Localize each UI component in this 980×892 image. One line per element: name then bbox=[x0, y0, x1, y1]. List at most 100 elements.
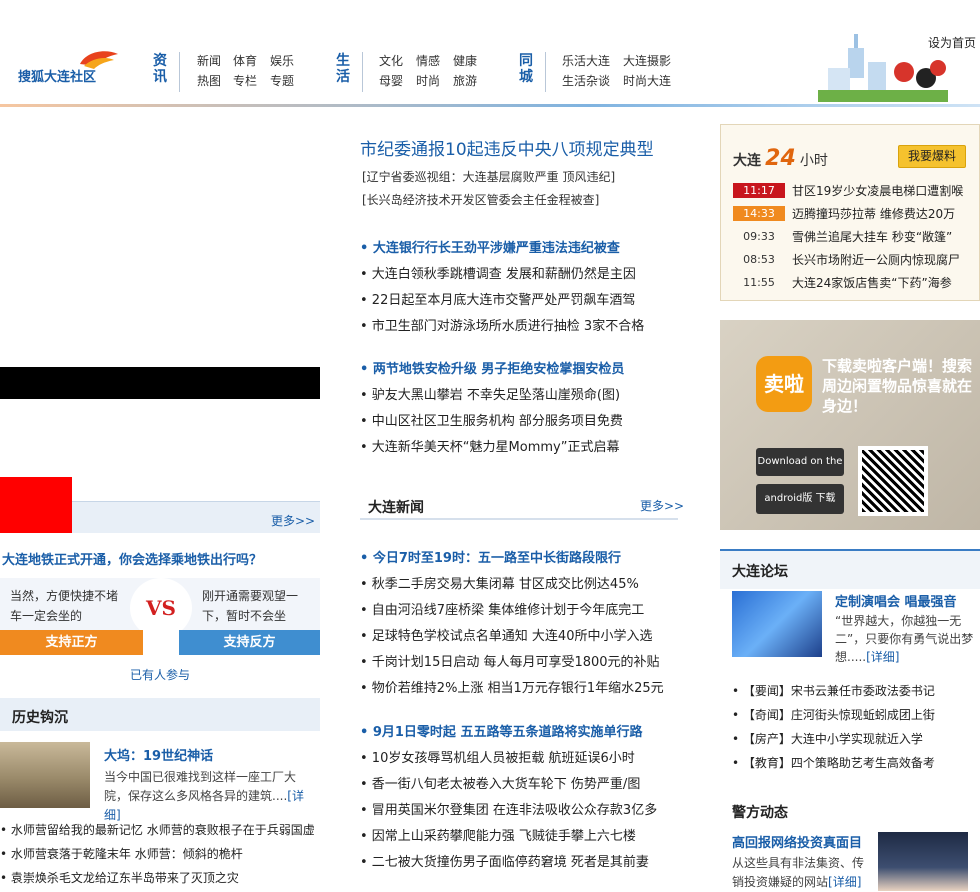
nav-link-entertainment[interactable]: 娱乐 bbox=[270, 52, 294, 69]
news-list-item[interactable]: • 中山区社区卫生服务机构 部分服务项目免费 bbox=[360, 410, 623, 429]
history-section-title: 历史钩沉 bbox=[12, 710, 68, 726]
news-list-item[interactable]: • 足球特色学校试点名单通知 大连40所中小学入选 bbox=[360, 625, 652, 644]
news-headline-highlight[interactable]: • 两节地铁安检升级 男子拒绝安检掌掴安检员 bbox=[360, 358, 624, 377]
dalian-news-more-link[interactable]: 更多>> bbox=[640, 497, 684, 514]
app-store-button[interactable]: Download on the App Store bbox=[756, 448, 844, 495]
news-timestamp: 11:55 bbox=[743, 276, 775, 289]
history-feature-title[interactable]: 大坞：19世纪神话 bbox=[104, 745, 213, 764]
history-thumbnail[interactable] bbox=[0, 742, 90, 808]
history-list-item[interactable]: • 水师营留给我的最新记忆 水师营的衰败根子在于兵弱国虚 bbox=[0, 821, 315, 838]
news-headline-highlight[interactable]: • 大连银行行长王劲平涉嫌严重违法违纪被查 bbox=[360, 237, 620, 256]
news-list-item[interactable]: • 10岁女孩辱骂机组人员被拒载 航班延误6小时 bbox=[360, 747, 635, 766]
app-logo-icon: 卖啦 bbox=[756, 356, 812, 412]
police-thumbnail[interactable] bbox=[878, 832, 968, 891]
news-24h-item[interactable]: 大连24家饭店售卖“下药”海参 bbox=[792, 274, 952, 291]
news-24h-item[interactable]: 甘区19岁少女凌晨电梯口遭割喉 bbox=[792, 182, 963, 199]
news-list-item[interactable]: • 二七被大货撞伤男子面临停药窘境 死者是其前妻 bbox=[360, 851, 649, 870]
news-list-item[interactable]: • 大连白领秋季跳槽调查 发展和薪酬仍然是主因 bbox=[360, 263, 636, 282]
forum-list-item[interactable]: • 【教育】四个策略助艺考生高效备考 bbox=[732, 754, 935, 771]
nav-link-life-talk[interactable]: 生活杂谈 bbox=[562, 72, 610, 89]
news-24h-item[interactable]: 长兴市场附近一公厕内惊现腐尸 bbox=[792, 251, 960, 268]
nav-link-fashion-dalian[interactable]: 时尚大连 bbox=[623, 72, 671, 89]
news-headline-highlight[interactable]: • 今日7时至19时：五一路至中长街路段限行 bbox=[360, 547, 621, 566]
sub-headline[interactable]: [长兴岛经济技术开发区管委会主任金程被查] bbox=[362, 191, 599, 208]
support-con-button[interactable]: 支持反方 bbox=[179, 630, 320, 655]
nav-link-emotion[interactable]: 情感 bbox=[416, 52, 440, 69]
forum-detail-link[interactable]: [详细] bbox=[866, 650, 899, 664]
news-headline-highlight[interactable]: • 9月1日零时起 五五路等五条道路将实施单行路 bbox=[360, 721, 642, 740]
news-list-item[interactable]: • 大连新华美天杯“魅力星Mommy”正式启幕 bbox=[360, 436, 619, 455]
forum-section-title: 大连论坛 bbox=[732, 564, 788, 580]
forum-list-item[interactable]: • 【房产】大连中小学实现就近入学 bbox=[732, 730, 923, 747]
nav-link-columns[interactable]: 专栏 bbox=[233, 72, 257, 89]
header-divider bbox=[0, 104, 980, 107]
nav-link-news[interactable]: 新闻 bbox=[197, 52, 221, 69]
news-list-item[interactable]: • 自由河沿线7座桥梁 集体维修计划于今年底完工 bbox=[360, 599, 644, 618]
nav-separator bbox=[545, 52, 546, 92]
police-detail-link[interactable]: [详细] bbox=[828, 875, 861, 889]
news-list-item[interactable]: • 冒用英国米尔登集团 在连非法吸收公众存款3亿多 bbox=[360, 799, 657, 818]
nav-separator bbox=[362, 52, 363, 92]
nav-link-topics[interactable]: 专题 bbox=[270, 72, 294, 89]
news-list-item[interactable]: • 物价若维持2%上涨 相当1万元存银行1年缩水25元 bbox=[360, 677, 664, 696]
forum-feature-title[interactable]: 定制演唱会 唱最强音 bbox=[835, 591, 957, 610]
android-download-button[interactable]: android版 下载 bbox=[756, 484, 844, 514]
advertisement-block[interactable] bbox=[0, 477, 72, 533]
nav-link-travel[interactable]: 旅游 bbox=[453, 72, 477, 89]
news-list-item[interactable]: • 千岗计划15日启动 每人每月可享受1800元的补贴 bbox=[360, 651, 660, 670]
poll-participant-count: 已有人参与 bbox=[130, 668, 191, 682]
police-section-title: 警方动态 bbox=[732, 805, 788, 821]
news-timestamp: 14:33 bbox=[733, 206, 785, 221]
news-timestamp: 08:53 bbox=[743, 253, 775, 266]
poll-question[interactable]: 大连地铁正式开通，你会选择乘地铁出行吗？ bbox=[2, 549, 262, 568]
forum-list-item[interactable]: • 【奇闻】庄河街头惊现蚯蚓成团上街 bbox=[732, 706, 935, 723]
forum-list-item[interactable]: • 【要闻】宋书云兼任市委政法委书记 bbox=[732, 682, 935, 699]
nav-link-fashion[interactable]: 时尚 bbox=[416, 72, 440, 89]
report-news-button[interactable]: 我要爆料 bbox=[898, 145, 966, 168]
nav-link-health[interactable]: 健康 bbox=[453, 52, 477, 69]
sub-headline[interactable]: [辽宁省委巡视组：大连基层腐败严重 顶风违纪] bbox=[362, 168, 615, 185]
news-list-item[interactable]: • 香一街八旬老太被卷入大货车轮下 伤势严重/图 bbox=[360, 773, 640, 792]
nav-link-photos[interactable]: 热图 bbox=[197, 72, 221, 89]
nav-link-baby[interactable]: 母婴 bbox=[379, 72, 403, 89]
dalian-24h-prefix: 大连 bbox=[733, 153, 761, 169]
dalian-24h-suffix: 小时 bbox=[799, 153, 828, 169]
poll-option-pro-text: 当然，方便快捷不堵车一定会坐的 bbox=[10, 589, 119, 623]
nav-link-happy-dalian[interactable]: 乐活大连 bbox=[562, 52, 610, 69]
site-header: 设为首页 搜狐大连社区 资讯 新闻 体育 娱乐 热图 专栏 专题 生活 文化 情… bbox=[0, 0, 980, 112]
nav-category-news[interactable]: 资讯 bbox=[152, 53, 168, 85]
news-list-item[interactable]: • 市卫生部门对游泳场所水质进行抽检 3家不合格 bbox=[360, 315, 644, 334]
support-pro-button[interactable]: 支持正方 bbox=[0, 630, 143, 655]
nav-link-dalian-photo[interactable]: 大连摄影 bbox=[623, 52, 671, 69]
forum-desc-text: “世界越大，你越独一无二”，只要你有勇气说出梦想..... bbox=[835, 614, 974, 664]
news-timestamp: 09:33 bbox=[743, 230, 775, 243]
nav-link-culture[interactable]: 文化 bbox=[379, 52, 403, 69]
advertisement-banner[interactable] bbox=[0, 367, 320, 399]
nav-category-life[interactable]: 生活 bbox=[335, 53, 351, 85]
history-list-item[interactable]: • 袁崇焕杀毛文龙给辽东半岛带来了灭顶之灾 bbox=[0, 869, 239, 886]
news-list-item[interactable]: • 秋季二手房交易大集闭幕 甘区成交比例达45% bbox=[360, 573, 639, 592]
police-feature-title[interactable]: 高回报网络投资真面目 bbox=[732, 832, 862, 851]
nav-category-city[interactable]: 同城 bbox=[518, 53, 534, 85]
logo-text: 搜狐大连社区 bbox=[18, 70, 97, 85]
news-list-item[interactable]: • 22日起至本月底大连市交警严处严罚飙车酒驾 bbox=[360, 289, 635, 308]
police-feature-desc: 从这些具有非法集资、传销投资嫌疑的网站[详细] bbox=[732, 854, 868, 892]
poll-option-con-text: 刚开通需要观望一下，暂时不会坐 bbox=[202, 589, 299, 623]
history-list-item[interactable]: • 水师营衰落于乾隆末年 水师营：倾斜的桅杆 bbox=[0, 845, 243, 862]
nav-link-sports[interactable]: 体育 bbox=[233, 52, 257, 69]
qr-code-icon bbox=[858, 446, 928, 516]
poll-more-link[interactable]: 更多>> bbox=[271, 512, 315, 529]
news-list-item[interactable]: • 因常上山采药攀爬能力强 飞贼徒手攀上六七楼 bbox=[360, 825, 636, 844]
news-list-item[interactable]: • 驴友大黑山攀岩 不幸失足坠落山崖殒命(图) bbox=[360, 384, 620, 403]
dalian-news-title: 大连新闻 bbox=[368, 500, 424, 516]
main-headline[interactable]: 市纪委通报10起违反中央八项规定典型 bbox=[360, 135, 654, 160]
forum-feature-desc: “世界越大，你越独一无二”，只要你有勇气说出梦想.....[详细] bbox=[835, 612, 975, 666]
history-desc-text: 当今中国已很难找到这样一座工厂大院，保存这么多风格各异的建筑.... bbox=[104, 770, 297, 803]
app-ad-text: 下载卖啦客户端！搜索周边闲置物品惊喜就在身边！ bbox=[822, 357, 973, 415]
news-24h-item[interactable]: 迈腾撞玛莎拉蒂 维修费达20万 bbox=[792, 205, 955, 222]
news-24h-item[interactable]: 雪佛兰追尾大挂车 秒变“敞篷” bbox=[792, 228, 952, 245]
dalian-24h-number: 24 bbox=[765, 146, 796, 171]
nav-separator bbox=[179, 52, 180, 92]
site-logo[interactable]: 搜狐大连社区 bbox=[14, 50, 126, 90]
forum-thumbnail[interactable] bbox=[732, 591, 822, 657]
